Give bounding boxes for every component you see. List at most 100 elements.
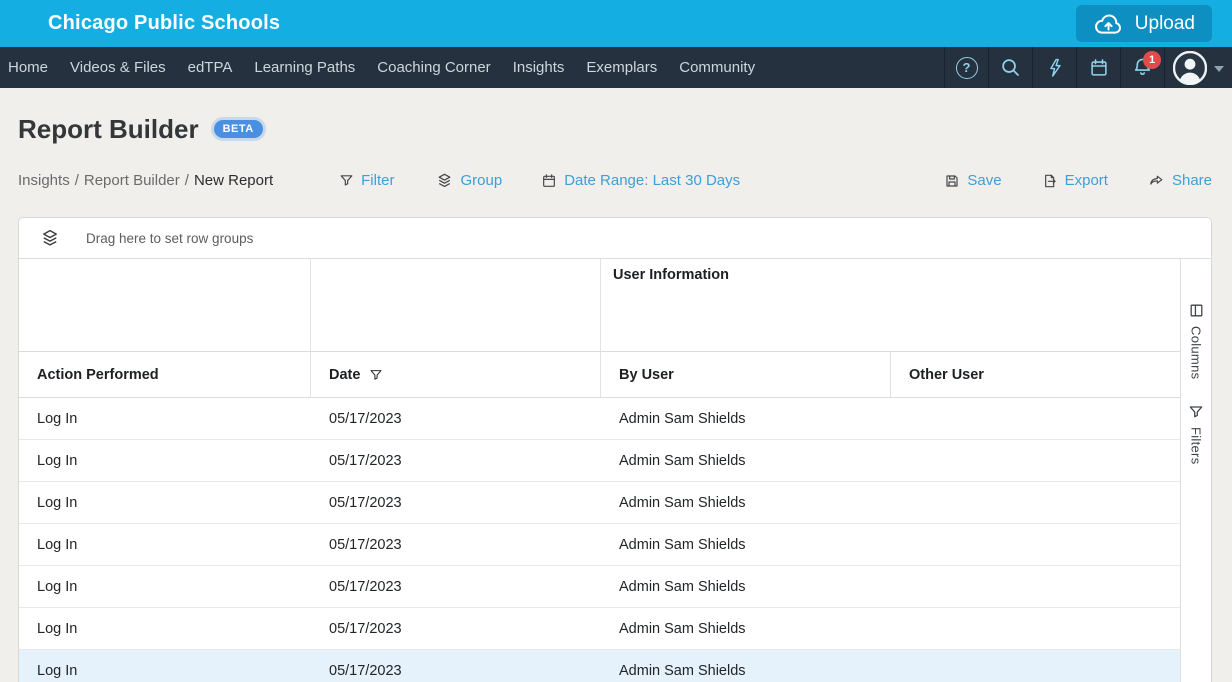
nav-item-insights[interactable]: Insights — [502, 47, 576, 88]
cell-date: 05/17/2023 — [311, 537, 601, 553]
nav-items: HomeVideos & FilesedTPALearning PathsCoa… — [0, 47, 766, 88]
breadcrumb-item-report-builder[interactable]: Report Builder — [84, 172, 180, 189]
calendar-icon — [541, 173, 557, 189]
help-button[interactable]: ? — [944, 47, 988, 88]
calendar-button[interactable] — [1076, 47, 1120, 88]
nav-item-community[interactable]: Community — [668, 47, 766, 88]
breadcrumb-item-insights[interactable]: Insights — [18, 172, 70, 189]
cell-action-performed: Log In — [19, 663, 311, 679]
column-header-label: Action Performed — [37, 367, 159, 383]
column-header-row: Action Performed Date By User Other User — [19, 352, 1180, 398]
columns-icon — [1188, 302, 1205, 319]
nav-item-edtpa[interactable]: edTPA — [177, 47, 244, 88]
row-group-drop-zone[interactable]: Drag here to set row groups — [19, 218, 1211, 259]
cell-by-user: Admin Sam Shields — [601, 453, 891, 469]
share-button[interactable]: Share — [1148, 172, 1212, 189]
upload-button-label: Upload — [1135, 13, 1195, 35]
nav-item-exemplars[interactable]: Exemplars — [575, 47, 668, 88]
cell-action-performed: Log In — [19, 537, 311, 553]
lightning-icon — [1044, 57, 1066, 79]
group-cell-empty — [19, 259, 311, 351]
breadcrumb-separator: / — [75, 172, 79, 189]
active-filter-funnel-icon[interactable] — [369, 368, 383, 382]
calendar-icon — [1088, 57, 1110, 79]
export-button-label: Export — [1065, 172, 1108, 189]
grid-area: User Information Action Performed Date B… — [19, 259, 1211, 682]
table-row[interactable]: Log In 05/17/2023 Admin Sam Shields — [19, 440, 1180, 482]
date-range-button[interactable]: Date Range: Last 30 Days — [541, 172, 740, 189]
export-icon — [1042, 173, 1058, 189]
beta-badge: BETA — [214, 120, 263, 138]
side-panel-tabstrip: Columns Filters — [1180, 259, 1211, 682]
table-row[interactable]: Log In 05/17/2023 Admin Sam Shields — [19, 482, 1180, 524]
row-group-hint-label: Drag here to set row groups — [86, 231, 253, 246]
cell-action-performed: Log In — [19, 453, 311, 469]
column-header-other-user[interactable]: Other User — [891, 352, 1180, 397]
avatar — [1173, 51, 1207, 85]
cell-action-performed: Log In — [19, 579, 311, 595]
page-title: Report Builder — [18, 115, 199, 143]
activity-button[interactable] — [1032, 47, 1076, 88]
table-row[interactable]: Log In 05/17/2023 Admin Sam Shields — [19, 566, 1180, 608]
cloud-upload-icon — [1093, 12, 1124, 36]
tab-columns[interactable]: Columns — [1188, 302, 1205, 379]
column-header-label: Other User — [909, 367, 984, 383]
breadcrumb-item-new-report: New Report — [194, 172, 273, 189]
cell-date: 05/17/2023 — [311, 663, 601, 679]
column-header-label: Date — [329, 367, 360, 383]
nav-icon-group: ? — [944, 47, 1232, 88]
upload-button[interactable]: Upload — [1076, 5, 1212, 42]
chevron-down-icon — [1214, 66, 1224, 72]
column-header-date[interactable]: Date — [311, 352, 601, 397]
search-icon — [999, 56, 1022, 79]
nav-item-videos-files[interactable]: Videos & Files — [59, 47, 177, 88]
notifications-button[interactable]: 1 — [1120, 47, 1164, 88]
cell-date: 05/17/2023 — [311, 621, 601, 637]
title-row: Report Builder BETA — [18, 115, 1212, 143]
table-row[interactable]: Log In 05/17/2023 Admin Sam Shields — [19, 650, 1180, 682]
cell-action-performed: Log In — [19, 495, 311, 511]
cell-date: 05/17/2023 — [311, 453, 601, 469]
cell-action-performed: Log In — [19, 621, 311, 637]
cell-by-user: Admin Sam Shields — [601, 495, 891, 511]
column-group-header-row: User Information — [19, 259, 1180, 352]
breadcrumb-separator: / — [185, 172, 189, 189]
filter-button-label: Filter — [361, 172, 394, 189]
save-button[interactable]: Save — [944, 172, 1001, 189]
tab-columns-label: Columns — [1189, 326, 1204, 379]
table-row[interactable]: Log In 05/17/2023 Admin Sam Shields — [19, 398, 1180, 440]
table-row[interactable]: Log In 05/17/2023 Admin Sam Shields — [19, 608, 1180, 650]
cell-by-user: Admin Sam Shields — [601, 537, 891, 553]
notification-badge: 1 — [1143, 51, 1161, 69]
report-toolbar: Insights / Report Builder / New Report Filte… — [18, 172, 1212, 189]
group-header-user-information: User Information — [601, 259, 1180, 351]
account-menu-button[interactable] — [1164, 47, 1232, 88]
tab-filters[interactable]: Filters — [1188, 404, 1204, 465]
cell-date: 05/17/2023 — [311, 411, 601, 427]
nav-item-home[interactable]: Home — [0, 47, 59, 88]
group-cell-empty — [311, 259, 601, 351]
filter-button[interactable]: Filter — [339, 172, 394, 189]
cell-action-performed: Log In — [19, 411, 311, 427]
cell-by-user: Admin Sam Shields — [601, 621, 891, 637]
share-arrow-icon — [1148, 173, 1165, 189]
search-button[interactable] — [988, 47, 1032, 88]
cell-date: 05/17/2023 — [311, 579, 601, 595]
cell-date: 05/17/2023 — [311, 495, 601, 511]
column-header-by-user[interactable]: By User — [601, 352, 891, 397]
brand-title: Chicago Public Schools — [48, 12, 280, 35]
nav-item-learning-paths[interactable]: Learning Paths — [243, 47, 366, 88]
date-range-label: Date Range: Last 30 Days — [564, 172, 740, 189]
table-row[interactable]: Log In 05/17/2023 Admin Sam Shields — [19, 524, 1180, 566]
cell-by-user: Admin Sam Shields — [601, 411, 891, 427]
export-button[interactable]: Export — [1042, 172, 1108, 189]
cell-by-user: Admin Sam Shields — [601, 579, 891, 595]
column-header-action-performed[interactable]: Action Performed — [19, 352, 311, 397]
nav-item-coaching-corner[interactable]: Coaching Corner — [366, 47, 501, 88]
tab-filters-label: Filters — [1189, 427, 1204, 465]
filter-funnel-icon — [339, 173, 354, 188]
group-button[interactable]: Group — [436, 172, 502, 189]
share-button-label: Share — [1172, 172, 1212, 189]
column-header-label: By User — [619, 367, 674, 383]
row-groups-layers-icon — [40, 228, 60, 248]
